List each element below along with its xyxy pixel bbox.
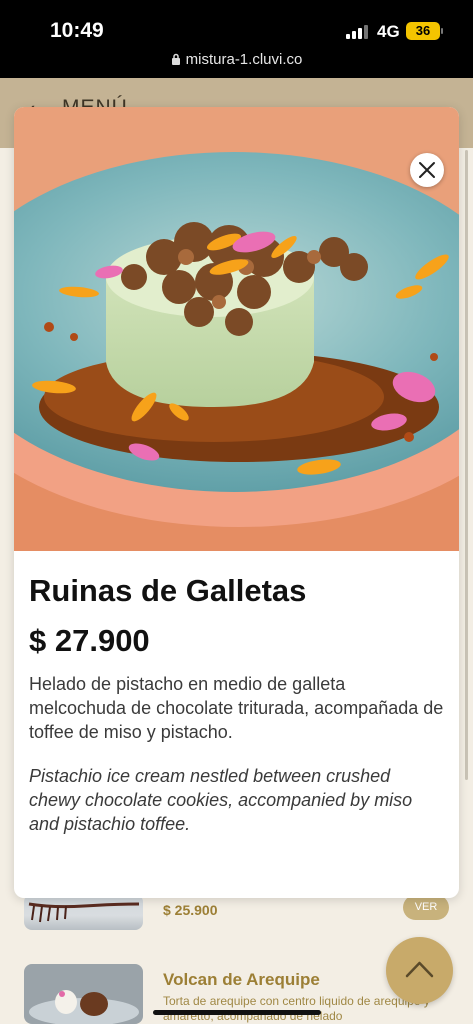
dish-price: $ 27.900	[29, 623, 150, 658]
dish-detail-modal: Ruinas de Galletas $ 27.900 Helado de pi…	[14, 107, 459, 898]
view-button[interactable]: VER	[403, 895, 449, 920]
list-item-price: $ 25.900	[163, 902, 218, 918]
clock: 10:49	[50, 19, 104, 42]
chevron-up-icon	[405, 961, 434, 978]
dish-photo	[14, 107, 459, 551]
battery-icon: 36	[406, 22, 440, 40]
lock-icon	[171, 53, 180, 65]
home-indicator	[153, 1010, 321, 1015]
dish-description-spanish: Helado de pistacho en medio de galleta m…	[29, 674, 444, 742]
list-item-name: Volcan de Arequipe	[163, 970, 320, 989]
dish-thumbnail[interactable]	[24, 964, 143, 1024]
dish-description-english: Pistachio ice cream nestled between crus…	[29, 766, 413, 834]
dish-name: Ruinas de Galletas	[29, 573, 307, 608]
scroll-to-top-button[interactable]	[386, 937, 453, 1004]
battery-tip	[441, 28, 443, 34]
network-type: 4G	[377, 22, 400, 41]
status-bar: 10:49 4G 36 mistura-1.cluvi.co	[0, 0, 473, 78]
close-button[interactable]	[410, 153, 444, 187]
close-icon	[419, 162, 435, 178]
address-bar[interactable]: mistura-1.cluvi.co	[0, 51, 473, 68]
dish-thumbnail[interactable]	[24, 894, 143, 930]
url-text: mistura-1.cluvi.co	[185, 51, 303, 68]
scrollbar[interactable]	[465, 150, 468, 780]
signal-icon	[346, 25, 370, 39]
